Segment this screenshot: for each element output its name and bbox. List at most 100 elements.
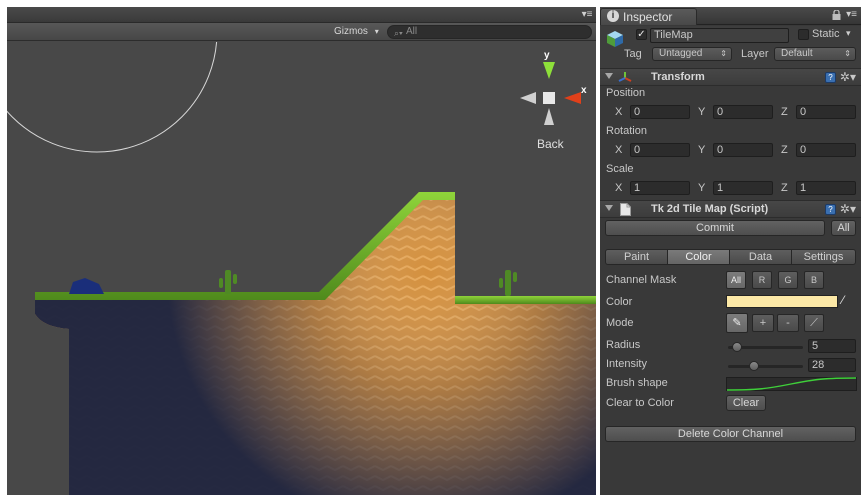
channel-r-button[interactable]: R xyxy=(752,271,772,289)
scale-label: Scale xyxy=(606,163,634,175)
transform-title: Transform xyxy=(651,71,705,83)
clear-button[interactable]: Clear xyxy=(726,395,766,411)
eyedropper-icon[interactable]: ⁄ xyxy=(842,293,844,307)
tab-settings[interactable]: Settings xyxy=(791,249,856,265)
mode-subtract-button[interactable]: - xyxy=(777,314,799,332)
position-x-value: 0 xyxy=(634,106,641,118)
color-swatch[interactable] xyxy=(726,295,838,308)
search-placeholder: All xyxy=(406,26,418,37)
cactus-left xyxy=(219,270,237,294)
transform-header[interactable]: Transform ? ✲▾ xyxy=(600,68,861,86)
lock-icon[interactable] xyxy=(832,10,841,20)
rotation-z-value: 0 xyxy=(800,144,807,156)
static-label: Static xyxy=(812,28,840,40)
channel-g-button[interactable]: G xyxy=(778,271,798,289)
rotation-x-value: 0 xyxy=(634,144,641,156)
channel-b-button[interactable]: B xyxy=(804,271,824,289)
y-label: Y xyxy=(698,106,706,118)
neg-x-axis-cone[interactable] xyxy=(520,92,536,104)
tab-data[interactable]: Data xyxy=(729,249,792,265)
help-icon[interactable]: ? xyxy=(825,72,836,83)
inspector-panel: i Inspector ▾≡ ✓ TileMap Static ▾ Tag Un… xyxy=(600,7,861,495)
object-name-value: TileMap xyxy=(654,29,693,41)
scale-y-field[interactable]: 1 xyxy=(713,181,773,195)
position-z-field[interactable]: 0 xyxy=(796,105,856,119)
tab-paint[interactable]: Paint xyxy=(605,249,668,265)
gear-icon[interactable]: ✲▾ xyxy=(840,202,856,216)
foldout-arrow-icon[interactable] xyxy=(605,205,613,211)
intensity-field[interactable]: 28 xyxy=(808,358,856,372)
neg-z-axis-cone[interactable] xyxy=(544,108,554,125)
mode-add-button[interactable]: + xyxy=(752,314,774,332)
gizmo-center-cube[interactable] xyxy=(543,92,555,104)
transform-axes-icon xyxy=(618,72,632,82)
y-label: Y xyxy=(698,182,706,194)
rotation-x-field[interactable]: 0 xyxy=(630,143,690,157)
intensity-slider-thumb[interactable] xyxy=(749,361,759,371)
active-checkbox[interactable]: ✓ xyxy=(636,29,647,40)
z-label: Z xyxy=(781,106,788,118)
mode-brush-button[interactable]: ✎ xyxy=(726,313,748,333)
rock-sprite xyxy=(69,278,104,294)
panel-menu-icon[interactable]: ▾≡ xyxy=(580,9,594,20)
scene-view[interactable]: ▾≡ Gizmos ▾ ⌕▾ All y x Back xyxy=(7,7,596,495)
delete-color-channel-button[interactable]: Delete Color Channel xyxy=(605,426,856,442)
scene-canvas[interactable] xyxy=(7,42,596,495)
clear-to-color-label: Clear to Color xyxy=(606,397,674,409)
scale-x-field[interactable]: 1 xyxy=(630,181,690,195)
tab-inspector[interactable]: i Inspector xyxy=(600,8,697,25)
chevron-down-icon[interactable]: ▾ xyxy=(846,28,851,39)
y-label: Y xyxy=(698,144,706,156)
channel-all-button[interactable]: All xyxy=(726,271,746,289)
eyedropper-icon: ⟋ xyxy=(810,317,818,329)
position-y-field[interactable]: 0 xyxy=(713,105,773,119)
inspector-tab-label: Inspector xyxy=(623,10,673,24)
scale-x-value: 1 xyxy=(634,182,641,194)
gear-icon[interactable]: ✲▾ xyxy=(840,70,856,84)
static-checkbox[interactable] xyxy=(798,29,809,40)
scale-z-field[interactable]: 1 xyxy=(796,181,856,195)
scene-search-input[interactable]: ⌕▾ All xyxy=(387,25,592,39)
tag-dropdown[interactable]: Untagged ⇕ xyxy=(652,47,732,61)
commit-button[interactable]: Commit xyxy=(605,220,825,236)
dropdown-arrows-icon: ⇕ xyxy=(844,49,851,58)
tag-label: Tag xyxy=(624,48,642,60)
x-axis-cone[interactable] xyxy=(564,92,581,104)
position-x-field[interactable]: 0 xyxy=(630,105,690,119)
layer-value: Default xyxy=(781,48,813,59)
layer-label: Layer xyxy=(741,48,769,60)
commit-all-button[interactable]: All xyxy=(831,220,856,236)
rotation-row: X 0 Y 0 Z 0 xyxy=(600,143,861,159)
orientation-gizmo[interactable] xyxy=(520,62,581,125)
gizmos-label: Gizmos xyxy=(334,26,368,37)
help-icon[interactable]: ? xyxy=(825,204,836,215)
intensity-slider-track[interactable] xyxy=(728,365,803,368)
scene-tab-bar: ▾≡ xyxy=(7,7,596,23)
radius-field[interactable]: 5 xyxy=(808,339,856,353)
rotation-z-field[interactable]: 0 xyxy=(796,143,856,157)
x-label: X xyxy=(615,144,623,156)
info-icon: i xyxy=(607,10,619,22)
view-orientation-label: Back xyxy=(537,137,564,151)
x-axis-label: x xyxy=(581,85,587,96)
brush-shape-curve[interactable] xyxy=(726,377,857,391)
dropdown-arrows-icon: ⇕ xyxy=(720,49,727,58)
tag-value: Untagged xyxy=(659,48,703,59)
gameobject-cube-icon xyxy=(607,31,623,47)
foldout-arrow-icon[interactable] xyxy=(605,73,613,79)
object-header: ✓ TileMap Static ▾ Tag Untagged ⇕ Layer … xyxy=(600,26,861,68)
tilemap-script-header[interactable]: Tk 2d Tile Map (Script) ? ✲▾ xyxy=(600,200,861,218)
radius-slider-thumb[interactable] xyxy=(731,342,742,352)
panel-menu-icon[interactable]: ▾≡ xyxy=(846,9,857,20)
tab-color[interactable]: Color xyxy=(667,249,730,265)
mode-eyedropper-button[interactable]: ⟋ xyxy=(804,314,824,332)
x-label: X xyxy=(615,106,623,118)
rotation-y-field[interactable]: 0 xyxy=(713,143,773,157)
scene-toolbar: Gizmos ▾ ⌕▾ All xyxy=(7,23,596,41)
y-axis-cone[interactable] xyxy=(543,62,555,79)
rotation-label: Rotation xyxy=(606,125,647,137)
object-name-field[interactable]: TileMap xyxy=(650,28,789,43)
search-icon: ⌕▾ xyxy=(394,28,403,38)
gizmos-dropdown[interactable]: Gizmos ▾ xyxy=(330,25,380,39)
layer-dropdown[interactable]: Default ⇕ xyxy=(774,47,856,61)
